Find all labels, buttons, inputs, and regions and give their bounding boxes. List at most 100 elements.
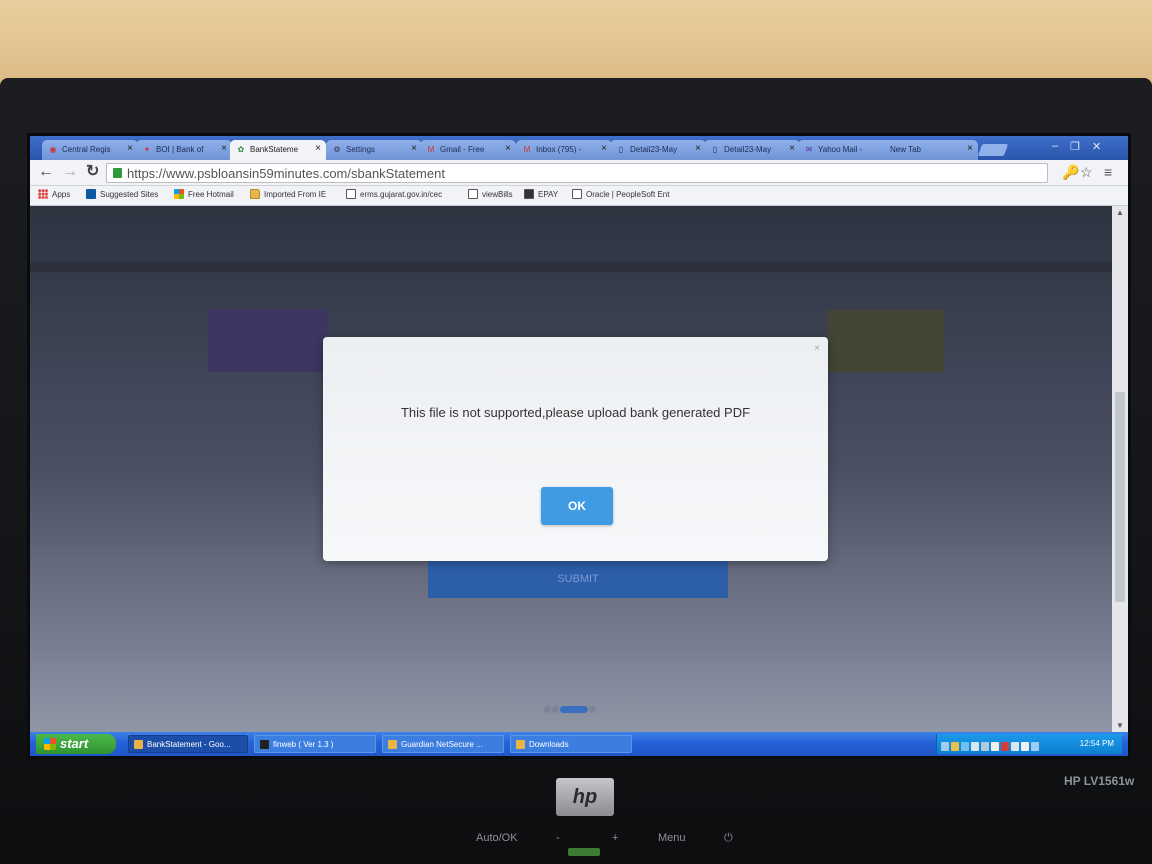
apps-icon [38,189,48,199]
taskbar: start BankStatement - Goo... finweb ( Ve… [30,732,1128,756]
minimize-icon[interactable]: – [1052,140,1058,152]
tab-close-icon[interactable]: × [695,143,701,154]
browser-tab-strip: ◉ Central Regis × ✦ BOI | Bank of × ✿ Ba… [30,136,1128,161]
bookmark-apps[interactable]: Apps [38,189,70,199]
tab-close-icon[interactable]: × [127,143,133,154]
tab-central-registry[interactable]: ◉ Central Regis × [42,140,138,160]
boi-icon: ✦ [143,145,151,154]
dialog-close-icon[interactable]: × [814,343,820,354]
tab-close-icon[interactable]: × [221,143,227,154]
tab-close-icon[interactable]: × [315,143,321,154]
task-guardian-netsecure[interactable]: Guardian NetSecure ... [382,735,504,753]
bookmark-imported-from-ie[interactable]: Imported From IE [250,189,327,199]
bookmark-label: Oracle | PeopleSoft Ent [586,190,670,199]
task-downloads[interactable]: Downloads [510,735,632,753]
back-icon[interactable]: ← [38,164,54,180]
submit-button[interactable]: SUBMIT [428,560,728,598]
restore-icon[interactable]: ❐ [1070,140,1080,153]
power-icon[interactable]: ⏻ [724,832,733,845]
new-tab-button[interactable] [977,144,1009,156]
tab-detail-1[interactable]: ▯ Detail23-May × [610,140,706,160]
tab-close-icon[interactable]: × [601,143,607,154]
tab-label: Central Regis [62,145,111,154]
gear-icon: ⚙ [333,145,341,154]
bookmark-erms[interactable]: erms.gujarat.gov.in/cec [346,189,443,199]
bookmark-epay[interactable]: EPAY [524,189,558,199]
gmail-icon: M [427,145,435,154]
bookmark-label: Suggested Sites [100,190,159,199]
page-banner-left [208,310,328,372]
plus-button-label[interactable]: + [612,832,618,844]
reload-icon[interactable]: ↻ [86,164,99,180]
scroll-up-icon[interactable]: ▲ [1116,208,1124,217]
tab-label: BankStateme [250,145,299,154]
windows-icon [174,189,184,199]
document-icon: ▯ [712,145,718,154]
task-bankstatement[interactable]: BankStatement - Goo... [128,735,248,753]
bookmark-label: viewBills [482,190,513,199]
address-bar[interactable]: https://www.psbloansin59minutes.com/sban… [106,163,1048,183]
globe-icon: ◉ [49,145,57,154]
menu-icon[interactable]: ≡ [1104,164,1112,180]
hp-logo: hp [556,778,614,816]
page-header-band [30,262,1112,272]
tab-inbox[interactable]: M Inbox (795) - × [516,140,612,160]
folder-icon [516,740,525,749]
tab-gmail[interactable]: M Gmail - Free × [420,140,516,160]
page-icon [346,189,356,199]
windows-logo-icon [44,738,56,750]
bookmark-free-hotmail[interactable]: Free Hotmail [174,189,234,199]
gmail-icon: M [523,145,531,154]
epay-icon [524,189,534,199]
bookmark-label: erms.gujarat.gov.in/cec [360,190,443,199]
minus-button-label[interactable]: - [556,832,560,844]
tab-close-icon[interactable]: × [789,143,795,154]
star-icon[interactable]: ☆ [1080,164,1093,181]
tray-icons[interactable] [941,738,1041,756]
tab-label: Gmail - Free [440,145,485,154]
lock-icon [113,168,122,178]
tab-detail-2[interactable]: ▯ Detail23-May × [704,140,800,160]
start-button[interactable]: start [36,734,116,754]
screen: ◉ Central Regis × ✦ BOI | Bank of × ✿ Ba… [30,136,1128,756]
page-icon [572,189,582,199]
task-finweb[interactable]: finweb ( Ver 1.3 ) [254,735,376,753]
task-label: BankStatement - Goo... [147,740,231,749]
dialog-message: This file is not supported,please upload… [400,405,751,420]
task-label: Guardian NetSecure ... [401,740,483,749]
folder-icon [250,189,260,199]
tab-yahoo-mail[interactable]: ✉ Yahoo Mail - × [798,140,894,160]
error-dialog: × This file is not supported,please uplo… [323,337,828,561]
page-scrollbar[interactable]: ▲ ▼ [1112,206,1128,732]
power-led [568,848,600,856]
close-window-icon[interactable]: ✕ [1092,140,1101,153]
url-text: https://www.psbloansin59minutes.com/sban… [127,166,445,181]
page-content-dimmed: password SUBMIT × This file is not suppo… [30,206,1112,732]
tab-close-icon[interactable]: × [505,143,511,154]
tab-close-icon[interactable]: × [411,143,417,154]
bookmark-oracle-peoplesoft[interactable]: Oracle | PeopleSoft Ent [572,189,670,199]
tab-boi[interactable]: ✦ BOI | Bank of × [136,140,232,160]
scroll-down-icon[interactable]: ▼ [1116,721,1124,730]
forward-icon[interactable]: → [62,164,78,180]
scroll-thumb[interactable] [1115,392,1125,602]
bookmark-suggested-sites[interactable]: Suggested Sites [86,189,159,199]
wall-background [0,0,1152,90]
key-icon[interactable]: 🔑 [1062,164,1079,181]
tab-settings[interactable]: ⚙ Settings × [326,140,422,160]
tab-close-icon[interactable]: × [967,143,973,154]
bookmark-viewbills[interactable]: viewBills [468,189,513,199]
document-icon: ▯ [618,145,624,154]
ok-button[interactable]: OK [541,487,613,525]
tab-label: Inbox (795) - [536,145,582,154]
page-icon [468,189,478,199]
bookmark-label: Imported From IE [264,190,327,199]
console-icon [260,740,269,749]
menu-button-label[interactable]: Menu [658,832,686,844]
auto-ok-button-label[interactable]: Auto/OK [476,832,518,844]
tab-label: Detail23-May [724,145,772,154]
task-label: finweb ( Ver 1.3 ) [273,740,334,749]
carousel-indicator [544,700,610,713]
tab-bankstatement[interactable]: ✿ BankStateme × [230,140,326,161]
tab-new-tab[interactable]: New Tab × [882,140,978,160]
